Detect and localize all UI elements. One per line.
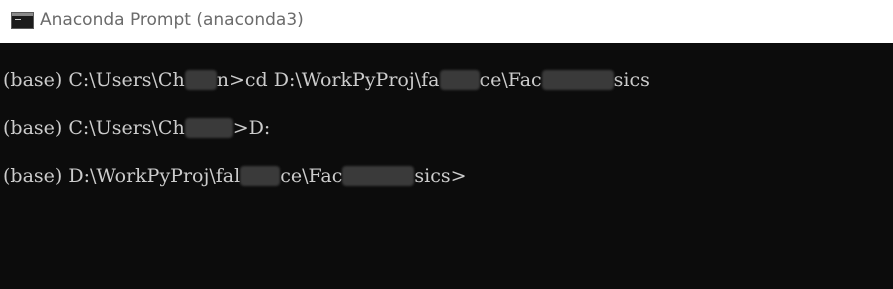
console-text: ce\Fac — [280, 165, 343, 187]
console-text: ce\Fac — [479, 69, 542, 91]
console-line: (base) C:\Users\Ch n>cd D:\WorkPyProj\fa c… — [3, 68, 650, 92]
console-text: >D: — [232, 117, 271, 139]
redacted-area — [439, 69, 480, 90]
redacted-area — [184, 117, 233, 138]
console-text: sics> — [414, 165, 467, 187]
console-text: (base) C:\Users\Ch — [3, 117, 185, 139]
redacted-area — [240, 165, 281, 186]
console-text: n>cd D:\WorkPyProj\fa — [216, 69, 440, 91]
anaconda-prompt-window: Anaconda Prompt (anaconda3) (base) C:\Us… — [0, 0, 893, 289]
window-title: Anaconda Prompt (anaconda3) — [40, 10, 304, 30]
terminal-icon — [11, 12, 34, 29]
redacted-area — [184, 69, 217, 90]
console-text: (base) C:\Users\Ch — [3, 69, 185, 91]
console-text: (base) D:\WorkPyProj\fal — [3, 165, 241, 187]
title-bar[interactable]: Anaconda Prompt (anaconda3) — [0, 0, 893, 43]
console-line: (base) C:\Users\Ch >D: — [3, 116, 270, 140]
console-line: (base) D:\WorkPyProj\fal ce\Fac sics> — [3, 164, 467, 188]
console-text: sics — [613, 69, 650, 91]
redacted-area — [342, 165, 415, 186]
redacted-area — [541, 69, 614, 90]
console-output[interactable]: (base) C:\Users\Ch n>cd D:\WorkPyProj\fa c… — [0, 43, 893, 289]
